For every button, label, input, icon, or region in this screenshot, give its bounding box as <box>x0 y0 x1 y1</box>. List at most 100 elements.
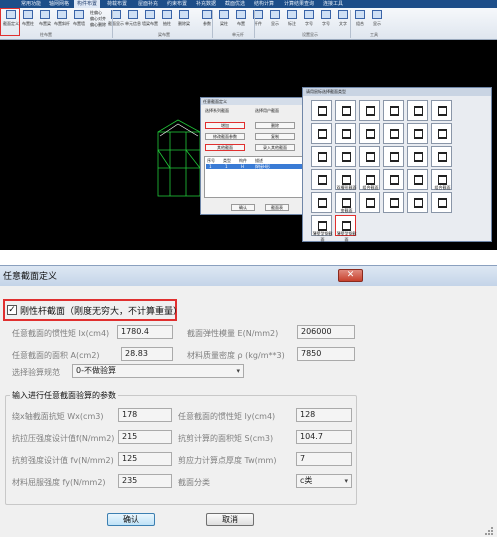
ok-button[interactable]: 确认 <box>107 513 155 526</box>
ribbon-button[interactable]: 梁柱 <box>215 9 233 31</box>
section-type-cell[interactable] <box>383 100 404 121</box>
list-row-selected[interactable] <box>206 164 302 169</box>
e-modulus-label: 截面弹性模量 E(N/mm2) <box>187 329 279 338</box>
highlight-section-define-button <box>0 8 20 36</box>
ribbon-tab[interactable]: 屋面补充 <box>135 0 161 8</box>
section-type-cell[interactable]: 薄壁型钢截面 <box>335 215 357 242</box>
tool-icon <box>145 10 155 19</box>
ribbon-tab[interactable]: 荷载布置 <box>104 0 130 8</box>
density-field[interactable]: 7850 <box>297 347 355 361</box>
delete-button[interactable]: 删除 <box>255 122 295 129</box>
section-type-cell[interactable] <box>359 146 380 167</box>
section-type-cell[interactable] <box>431 100 452 121</box>
fy-field[interactable]: 235 <box>118 474 172 488</box>
section-shape-icon <box>342 129 351 139</box>
check-rule-select[interactable]: 0-不做验算 ▾ <box>72 364 244 378</box>
section-type-cell[interactable]: 变截面 <box>335 192 356 213</box>
close-button[interactable]: ✕ <box>338 269 363 282</box>
section-class-value: c类 <box>300 476 313 485</box>
modify-params-button[interactable]: 修改截面参数 <box>205 133 245 140</box>
ribbon-button[interactable]: 字号 <box>317 9 335 31</box>
resize-grip-icon[interactable] <box>482 524 494 536</box>
ribbon-button[interactable]: 字号 <box>300 9 318 31</box>
area-field[interactable]: 28.83 <box>121 347 173 361</box>
f-field[interactable]: 215 <box>118 430 172 444</box>
section-type-cell[interactable] <box>431 123 452 144</box>
section-type-cell[interactable] <box>431 146 452 167</box>
section-type-cell[interactable] <box>383 192 404 213</box>
section-type-cell[interactable]: 薄壁型钢截面 <box>311 215 333 242</box>
section-type-cell[interactable] <box>407 100 428 121</box>
ribbon-button[interactable]: 组合 <box>351 9 369 31</box>
ribbon-button[interactable]: 布置梁 <box>36 9 54 31</box>
section-type-cell[interactable] <box>383 123 404 144</box>
fv-field[interactable]: 125 <box>118 452 172 466</box>
iy-field[interactable]: 128 <box>296 408 352 422</box>
ribbon-button[interactable]: 布置墙 <box>70 9 88 31</box>
ribbon-button[interactable]: 单元信息 <box>124 9 142 31</box>
section-class-select[interactable]: c类 ▾ <box>296 474 352 488</box>
ribbon-tab[interactable]: 常用功能 <box>18 0 44 8</box>
section-type-cell[interactable] <box>359 192 380 213</box>
small-command[interactable]: 偏心删除 <box>90 22 106 28</box>
ribbon-tab[interactable]: 轴网网格 <box>46 0 72 8</box>
radio-series[interactable]: 选择系列截面 <box>205 108 229 114</box>
ix-field[interactable]: 1780.4 <box>117 325 173 339</box>
ribbon-button[interactable]: 布置柱 <box>19 9 37 31</box>
ribbon-tab[interactable]: 连接工具 <box>320 0 346 8</box>
tool-icon <box>219 10 229 19</box>
section-type-cell[interactable] <box>311 146 332 167</box>
ribbon-tab[interactable]: 构件布置 <box>74 0 101 8</box>
rigid-section-label[interactable]: 刚性杆截面（刚度无穷大，不计算重量） <box>20 304 182 317</box>
section-type-cell[interactable] <box>431 192 452 213</box>
ribbon-tab[interactable]: 补充数据 <box>193 0 219 8</box>
section-type-cell[interactable] <box>359 100 380 121</box>
section-type-cell[interactable] <box>335 146 356 167</box>
add-button[interactable]: 增加 <box>205 122 245 129</box>
section-type-cell[interactable] <box>359 123 380 144</box>
tw-field[interactable]: 7 <box>296 452 352 466</box>
section-type-cell[interactable] <box>311 192 332 213</box>
dialog1-table-button[interactable]: 截面表 <box>265 204 289 211</box>
other-section-button[interactable]: 其他截面 <box>205 144 245 151</box>
section-type-cell[interactable] <box>383 146 404 167</box>
ribbon-button[interactable]: 布置 <box>232 9 250 31</box>
ribbon-tab[interactable]: 截面优选 <box>222 0 248 8</box>
wx-field[interactable]: 178 <box>118 408 172 422</box>
section-type-cell[interactable] <box>407 146 428 167</box>
ribbon-button[interactable]: 参数 <box>198 9 216 31</box>
ribbon-tab[interactable]: 结构计算 <box>251 0 277 8</box>
section-type-cell[interactable] <box>311 123 332 144</box>
ribbon-button[interactable]: 布置斜杆 <box>53 9 71 31</box>
ribbon-tab[interactable]: 计算结果查询 <box>281 0 317 8</box>
dialog1-ok-button[interactable]: 确认 <box>231 204 255 211</box>
e-modulus-field[interactable]: 206000 <box>297 325 355 339</box>
ribbon-button[interactable]: 显示 <box>266 9 284 31</box>
cancel-button[interactable]: 取消 <box>206 513 254 526</box>
ribbon-tab[interactable]: 约束布置 <box>164 0 190 8</box>
ribbon-button[interactable]: 截面显示 <box>107 9 125 31</box>
radio-user[interactable]: 选择用户截面 <box>255 108 279 114</box>
section-type-cell[interactable]: 双槽形截面 <box>335 169 357 190</box>
ribbon-button[interactable]: 墙梁布置 <box>141 9 159 31</box>
ribbon-button[interactable]: 标注 <box>283 9 301 31</box>
rigid-section-checkbox[interactable]: ✓ <box>7 305 17 315</box>
s-field[interactable]: 104.7 <box>296 430 352 444</box>
section-type-cell[interactable] <box>407 192 428 213</box>
ribbon-button[interactable]: 杆件 <box>249 9 267 31</box>
section-type-cell[interactable] <box>335 100 356 121</box>
copy-button[interactable]: 复制 <box>255 133 295 140</box>
section-type-cell[interactable] <box>311 169 332 190</box>
section-type-cell[interactable] <box>407 123 428 144</box>
ribbon-button[interactable]: 抽柱 <box>158 9 176 31</box>
section-type-cell[interactable] <box>335 123 356 144</box>
ribbon-button[interactable]: 删除梁 <box>175 9 193 31</box>
section-type-cell[interactable] <box>311 100 332 121</box>
section-type-cell[interactable] <box>383 169 404 190</box>
input-other-button[interactable]: 录入其他截面 <box>255 144 295 151</box>
section-type-cell[interactable] <box>407 169 428 190</box>
section-type-cell[interactable]: 组合截面 <box>359 169 380 190</box>
section-type-cell[interactable]: 组合截面 <box>431 169 452 190</box>
ribbon-button[interactable]: 显示 <box>368 9 386 31</box>
section-list[interactable]: 序号 类型 构件 描述 1 1 H 焊接H形 <box>204 156 304 198</box>
